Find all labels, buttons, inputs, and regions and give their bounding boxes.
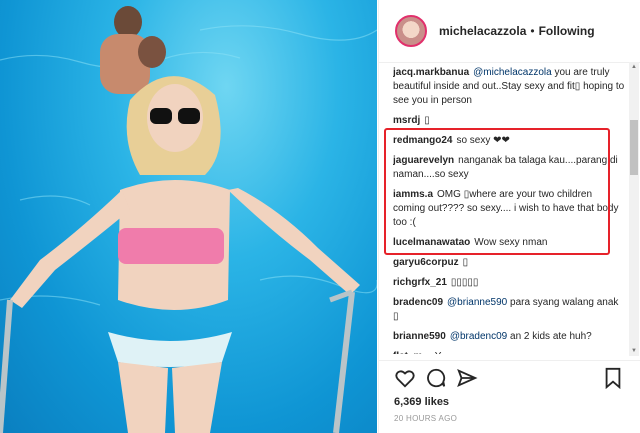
scrollbar-thumb[interactable] — [630, 120, 638, 175]
scroll-down-arrow-icon[interactable]: ▼ — [629, 346, 639, 356]
comment-item: bradenc09 @brianne590 para syang walang a… — [393, 296, 625, 324]
comment-username[interactable]: jacq.markbanua — [393, 67, 469, 78]
scroll-up-arrow-icon[interactable]: ▲ — [629, 62, 639, 72]
comment-username[interactable]: richgrfx_21 — [393, 277, 447, 288]
comment-item: jacq.markbanua @michelacazzola you are tr… — [393, 66, 625, 108]
post-header: michelacazzola • Following — [379, 0, 640, 63]
comment-item: msrdj ▯ — [393, 114, 625, 128]
comment-username[interactable]: bradenc09 — [393, 297, 443, 308]
avatar[interactable] — [395, 15, 427, 47]
comment-text: ▯▯▯▯▯ — [450, 277, 479, 288]
comment-mention[interactable]: @brianne590 — [447, 297, 507, 308]
comment-mention[interactable]: @michelacazzola — [473, 67, 552, 78]
comment-item: richgrfx_21 ▯▯▯▯▯ — [393, 276, 625, 290]
following-button[interactable]: Following — [539, 24, 595, 38]
comment-text: ▯ — [424, 115, 430, 126]
post-photo[interactable] — [0, 0, 377, 433]
post-timestamp: 20 HOURS AGO — [394, 414, 458, 423]
comment-username[interactable]: flat_m... — [393, 351, 431, 354]
comment-item: brianne590 @bradenc09 an 2 kids ate huh? — [393, 330, 625, 344]
likes-count[interactable]: 6,369 likes — [394, 396, 449, 408]
comments-scrollbar[interactable]: ▲ ▼ — [629, 62, 639, 356]
comment-text: ▯ — [462, 257, 469, 268]
author-username[interactable]: michelacazzola — [439, 24, 526, 38]
comment-item: garyu6corpuz ▯ — [393, 256, 625, 270]
comment-text: an 2 kids ate huh? — [507, 331, 592, 342]
comment-item: flat_m... Y... — [393, 350, 625, 354]
heart-icon[interactable] — [394, 367, 416, 389]
comment-username[interactable]: garyu6corpuz — [393, 257, 459, 268]
pool-photo-illustration — [0, 6, 377, 433]
share-icon[interactable] — [456, 367, 478, 389]
red-highlight-box — [384, 128, 610, 255]
comment-username[interactable]: brianne590 — [393, 331, 446, 342]
comment-text: Y... — [435, 351, 449, 354]
comment-username[interactable]: msrdj — [393, 115, 420, 126]
action-bar — [378, 360, 640, 395]
separator-dot: • — [530, 24, 535, 38]
comment-icon[interactable] — [425, 367, 447, 389]
bookmark-icon[interactable] — [602, 367, 624, 389]
comment-mention[interactable]: @bradenc09 — [450, 331, 507, 342]
